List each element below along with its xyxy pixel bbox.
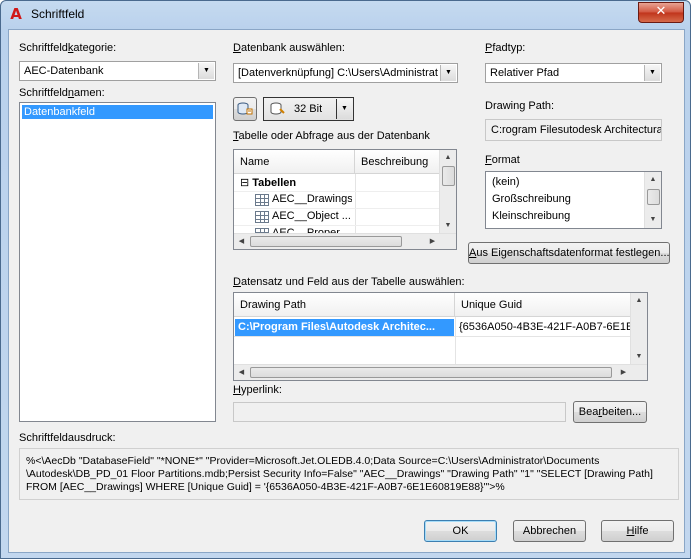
scroll-down-icon[interactable]: ▼ [645,213,661,227]
expression-line: \Autodesk\DB_PD_01 Floor Partitions.mdb;… [26,468,653,480]
table-query-tree[interactable]: Name Beschreibung ⊟ Tabellen AEC__Drawin… [233,149,457,250]
col-header-drawing-path[interactable]: Drawing Path [234,293,455,317]
format-option[interactable]: Großschreibung [492,193,571,205]
pathtype-label: Pfadtyp: [485,42,526,54]
record-vertical-scrollbar[interactable]: ▲ ▼ [630,293,647,365]
row-divider [234,191,441,192]
tree-row[interactable]: AEC__Object ... [272,208,352,225]
scroll-right-icon[interactable]: ▶ [425,234,440,249]
col-header-name[interactable]: Name [234,150,355,174]
chevron-down-icon: ▼ [644,65,660,81]
scroll-right-icon[interactable]: ▶ [616,365,631,380]
dialog-client: Schriftfeldkategorie: AEC-Datenbank ▼ Sc… [8,29,685,553]
chevron-down-icon: ▼ [336,99,352,119]
scroll-up-icon[interactable]: ▲ [645,173,661,187]
table-icon [255,194,269,206]
refresh-database-icon [237,102,253,115]
col-header-description[interactable]: Beschreibung [355,150,441,174]
bit-mode-dropdown[interactable]: 32 Bit ▼ [263,97,354,121]
record-cell-drawing-path[interactable]: C:\Program Files\Autodesk Architec... [235,319,454,336]
row-divider [234,225,441,226]
set-from-property-format-button[interactable]: Aus Eigenschaftsdatenformat festlegen... [468,242,670,264]
tree-body: ⊟ Tabellen AEC__Drawings AEC__Object ...… [234,174,441,236]
hyperlink-label: Hyperlink: [233,384,282,396]
tree-group-tabellen[interactable]: ⊟ Tabellen [240,175,296,192]
table-icon [255,211,269,223]
field-name-item-selected[interactable]: Datenbankfeld [22,105,213,119]
tree-group-label: Tabellen [252,177,297,189]
format-list[interactable]: (kein) Großschreibung Kleinschreibung ▲ … [485,171,662,229]
tree-vertical-scrollbar[interactable]: ▲ ▼ [439,150,456,234]
scroll-thumb[interactable] [647,189,660,205]
record-grid[interactable]: Drawing Path Unique Guid C:\Program File… [233,292,648,381]
database-dropdown[interactable]: [Datenverknüpfung] C:\Users\Administrat … [233,63,458,83]
database-icon [270,102,285,115]
close-button[interactable]: ✕ [638,2,684,23]
database-label: Datenbank auswählen: [233,42,345,54]
tree-row[interactable]: AEC__Drawings [272,191,352,208]
format-option[interactable]: (kein) [492,176,520,188]
drawing-path-value: C:rogram Filesutodesk Architectura [485,119,662,141]
scroll-up-icon[interactable]: ▲ [631,294,647,308]
category-value: AEC-Datenbank [24,65,104,77]
record-label: Datensatz und Feld aus der Tabelle auswä… [233,276,465,288]
window-title: Schriftfeld [31,7,85,21]
autocad-a-icon: A [10,5,22,23]
field-names-list[interactable]: Datenbankfeld [19,102,216,422]
scroll-down-icon[interactable]: ▼ [440,219,456,233]
database-value: [Datenverknüpfung] C:\Users\Administrat [238,67,438,79]
table-query-label: Tabelle oder Abfrage aus der Datenbank [233,130,430,142]
expression-label: Schriftfeldausdruck: [19,432,116,444]
pathtype-value: Relativer Pfad [490,67,560,79]
scroll-thumb[interactable] [250,367,612,378]
scroll-left-icon[interactable]: ◀ [234,365,249,380]
scroll-up-icon[interactable]: ▲ [440,151,456,165]
record-horizontal-scrollbar[interactable]: ◀ ▶ [234,364,647,380]
category-dropdown[interactable]: AEC-Datenbank ▼ [19,61,216,81]
chevron-down-icon: ▼ [440,65,456,81]
scroll-left-icon[interactable]: ◀ [234,234,249,249]
chevron-down-icon: ▼ [198,63,214,79]
hyperlink-field[interactable] [233,402,566,422]
scroll-thumb[interactable] [442,166,455,186]
record-cell-unique-guid[interactable]: {6536A050-4B3E-421F-A0B7-6E1E608 [459,319,633,336]
col-header-unique-guid[interactable]: Unique Guid [455,293,633,317]
column-divider [355,174,356,236]
expression-line: FROM [AEC__Drawings] WHERE [Unique Guid]… [26,481,505,493]
cancel-button[interactable]: Abbrechen [513,520,586,542]
title-bar: A Schriftfeld ✕ [1,1,690,29]
dialog-window: A Schriftfeld ✕ Schriftfeldkategorie: AE… [0,0,691,559]
category-label: Schriftfeldkategorie: [19,42,117,54]
help-button[interactable]: Hilfe [601,520,674,542]
pathtype-dropdown[interactable]: Relativer Pfad ▼ [485,63,662,83]
edit-hyperlink-button[interactable]: Bearbeiten... [573,401,647,423]
refresh-database-button[interactable] [233,97,257,121]
drawing-path-label: Drawing Path: [485,100,555,112]
format-option[interactable]: Kleinschreibung [492,210,570,222]
column-divider [455,317,456,365]
collapse-icon[interactable]: ⊟ [240,177,249,189]
scroll-down-icon[interactable]: ▼ [631,350,647,364]
scroll-thumb[interactable] [250,236,402,247]
format-scrollbar[interactable]: ▲ ▼ [644,172,661,228]
row-divider [234,336,633,337]
field-names-label: Schriftfeldnamen: [19,87,105,99]
expression-box: %<\AecDb "DatabaseField" "*NONE*" "Provi… [19,448,679,500]
bit-mode-value: 32 Bit [294,103,323,115]
row-divider [234,208,441,209]
tree-horizontal-scrollbar[interactable]: ◀ ▶ [234,233,456,249]
format-label: Format [485,154,520,166]
ok-button[interactable]: OK [424,520,497,542]
expression-line: %<\AecDb "DatabaseField" "*NONE*" "Provi… [26,455,600,467]
close-icon: ✕ [655,4,667,19]
